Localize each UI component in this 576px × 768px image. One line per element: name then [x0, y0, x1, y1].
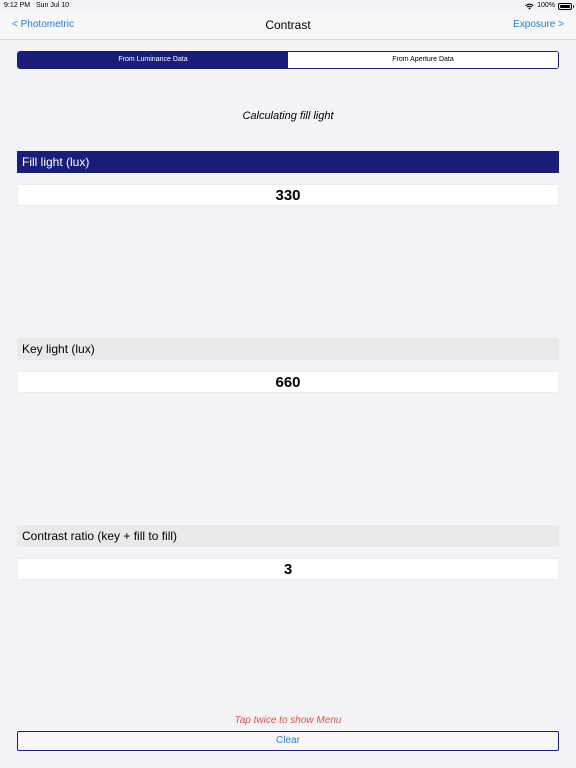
- navigation-bar: < Photometric Contrast Exposure >: [0, 12, 576, 40]
- mode-heading: Calculating fill light: [242, 110, 334, 122]
- exposure-button[interactable]: Exposure >: [513, 19, 564, 30]
- status-right: 100%: [525, 0, 574, 12]
- fill-light-value[interactable]: 330: [17, 184, 559, 206]
- key-light-value[interactable]: 660: [17, 371, 559, 393]
- fill-light-header[interactable]: Fill light (lux): [17, 151, 559, 173]
- data-source-segmented-control: From Luminance Data From Aperture Data: [17, 51, 559, 69]
- status-time: 9:12 PM: [4, 2, 31, 9]
- wifi-icon: [525, 3, 534, 9]
- clear-button[interactable]: Clear: [17, 731, 559, 751]
- contrast-ratio-value[interactable]: 3: [17, 558, 559, 580]
- battery-icon: [558, 2, 574, 10]
- status-bar: 9:12 PM Sun Jul 10 100%: [0, 0, 576, 12]
- segment-luminance-data[interactable]: From Luminance Data: [18, 52, 288, 68]
- page-title: Contrast: [265, 18, 311, 32]
- segment-aperture-data[interactable]: From Aperture Data: [288, 52, 558, 68]
- menu-hint: Tap twice to show Menu: [234, 715, 342, 726]
- battery-percent: 100%: [537, 2, 555, 9]
- key-light-header[interactable]: Key light (lux): [17, 338, 559, 360]
- contrast-screen: 9:12 PM Sun Jul 10 100% < Photometric Co…: [0, 0, 576, 768]
- contrast-ratio-header[interactable]: Contrast ratio (key + fill to fill): [17, 525, 559, 547]
- status-date: Sun Jul 10: [36, 2, 70, 9]
